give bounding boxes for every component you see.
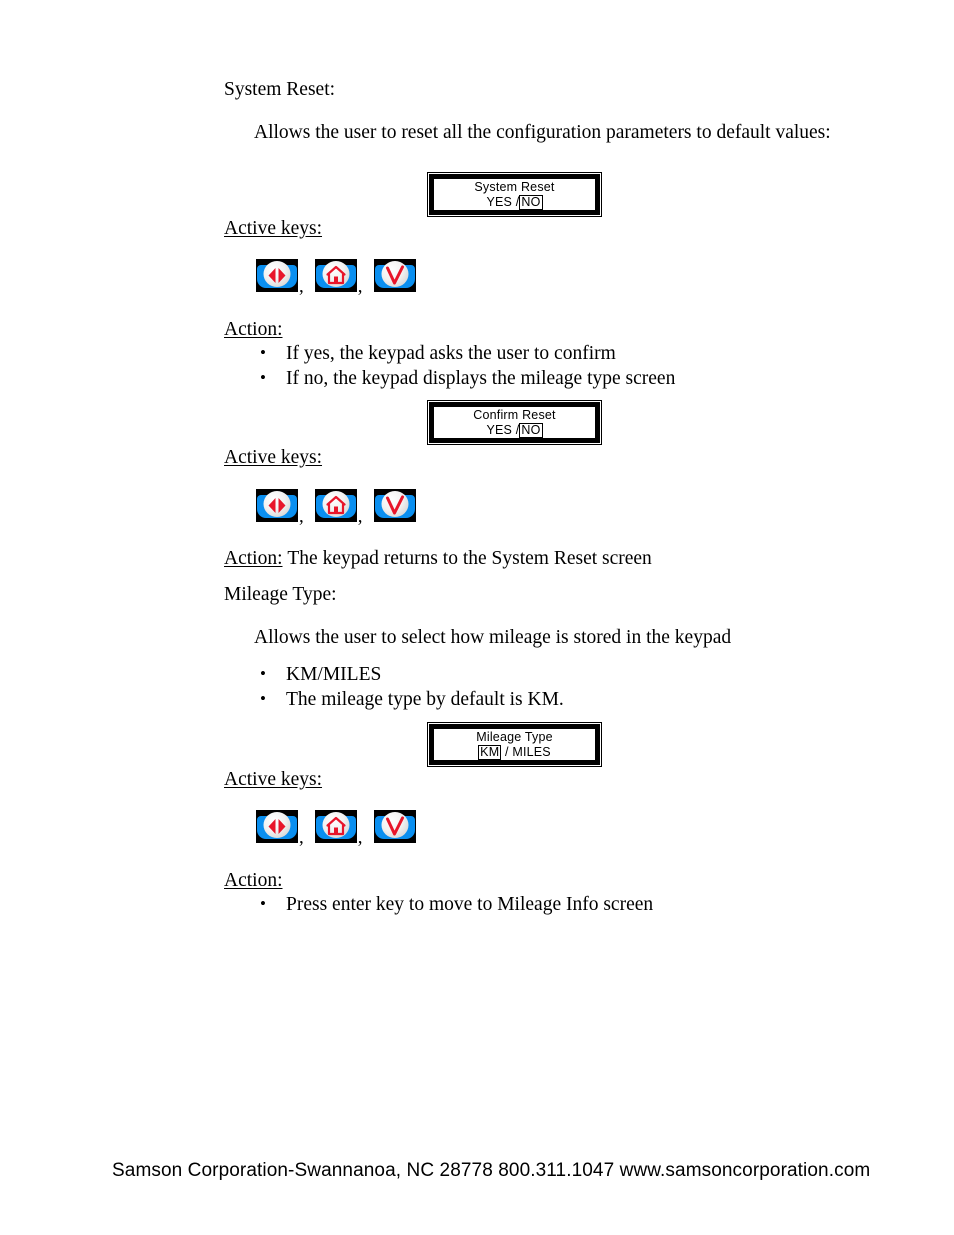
left-right-arrows-glyph <box>268 268 286 283</box>
action-bullets-3: Press enter key to move to Mileage Info … <box>252 891 653 917</box>
left-right-arrows-icon[interactable] <box>256 489 298 522</box>
action-bullets-1: If yes, the keypad asks the user to conf… <box>252 340 675 391</box>
lcd-line-title: Mileage Type <box>476 729 553 744</box>
action-text-2-value: The keypad returns to the System Reset s… <box>287 548 652 569</box>
active-keys-label-1: Active keys: <box>224 218 323 239</box>
active-keys-label-3: Active keys: <box>224 769 323 790</box>
left-right-arrows-glyph <box>268 498 286 513</box>
lcd-option-prefix: YES / <box>486 194 520 209</box>
list-item: If no, the keypad displays the mileage t… <box>252 365 675 391</box>
lcd-screen-body: Mileage Type KM / MILES <box>429 724 600 765</box>
home-glyph <box>326 265 346 285</box>
lcd-mileage-type-screen: Mileage Type KM / MILES <box>427 722 602 767</box>
list-item: The mileage type by default is KM. <box>252 686 564 712</box>
active-keys-label-2: Active keys: <box>224 447 323 468</box>
key-icon-row-3: , , <box>256 810 416 848</box>
key-icon-row-1: , , <box>256 259 416 297</box>
icon-separator: , <box>357 276 363 297</box>
action-label-1: Action: <box>224 319 283 340</box>
lcd-line-options: YES / NO <box>486 194 543 210</box>
action-line-2: Action: The keypad returns to the System… <box>224 547 652 571</box>
left-right-arrows-icon[interactable] <box>256 259 298 292</box>
check-enter-icon[interactable] <box>373 259 416 292</box>
home-icon[interactable] <box>314 259 357 292</box>
lcd-line-options: KM / MILES <box>478 744 551 760</box>
left-right-arrows-icon[interactable] <box>256 810 298 843</box>
lcd-line-options: YES / NO <box>486 422 543 438</box>
icon-separator: , <box>299 276 304 297</box>
icon-separator: , <box>299 827 304 848</box>
icon-separator: , <box>357 506 363 527</box>
mileage-type-description: Allows the user to select how mileage is… <box>254 627 732 648</box>
list-item: Press enter key to move to Mileage Info … <box>252 891 653 917</box>
action-label-2: Action: <box>224 548 283 569</box>
document-page: System Reset: Allows the user to reset a… <box>0 0 954 1235</box>
lcd-line-title: Confirm Reset <box>473 407 556 422</box>
icon-separator: , <box>299 506 304 527</box>
mileage-type-heading: Mileage Type: <box>224 584 337 605</box>
icon-separator: , <box>357 827 363 848</box>
lcd-screen-body: Confirm Reset YES / NO <box>429 402 600 443</box>
action-label-3: Action: <box>224 870 283 891</box>
left-right-arrows-glyph <box>268 819 286 834</box>
system-reset-heading: System Reset: <box>224 79 336 100</box>
mileage-bullets: KM/MILES The mileage type by default is … <box>252 661 564 712</box>
lcd-confirm-reset-screen: Confirm Reset YES / NO <box>427 400 602 445</box>
home-icon[interactable] <box>314 489 357 522</box>
lcd-option-selected: KM <box>478 744 502 760</box>
home-icon[interactable] <box>314 810 357 843</box>
lcd-screen-body: System Reset YES / NO <box>429 174 600 215</box>
check-glyph <box>385 265 404 285</box>
home-glyph <box>326 816 346 836</box>
lcd-option-selected: NO <box>519 194 543 210</box>
key-icon-row-2: , , <box>256 489 416 527</box>
lcd-line-title: System Reset <box>474 179 555 194</box>
check-glyph <box>385 816 404 836</box>
page-footer: Samson Corporation-Swannanoa, NC 28778 8… <box>112 1160 871 1181</box>
lcd-option-prefix: YES / <box>486 422 520 437</box>
lcd-system-reset-screen: System Reset YES / NO <box>427 172 602 217</box>
check-enter-icon[interactable] <box>373 810 416 843</box>
home-glyph <box>326 495 346 515</box>
lcd-option-suffix: / MILES <box>501 744 551 759</box>
list-item: If yes, the keypad asks the user to conf… <box>252 340 675 366</box>
check-enter-icon[interactable] <box>373 489 416 522</box>
check-glyph <box>385 495 404 515</box>
list-item: KM/MILES <box>252 661 564 687</box>
system-reset-description: Allows the user to reset all the configu… <box>254 122 831 143</box>
lcd-option-selected: NO <box>519 422 543 438</box>
